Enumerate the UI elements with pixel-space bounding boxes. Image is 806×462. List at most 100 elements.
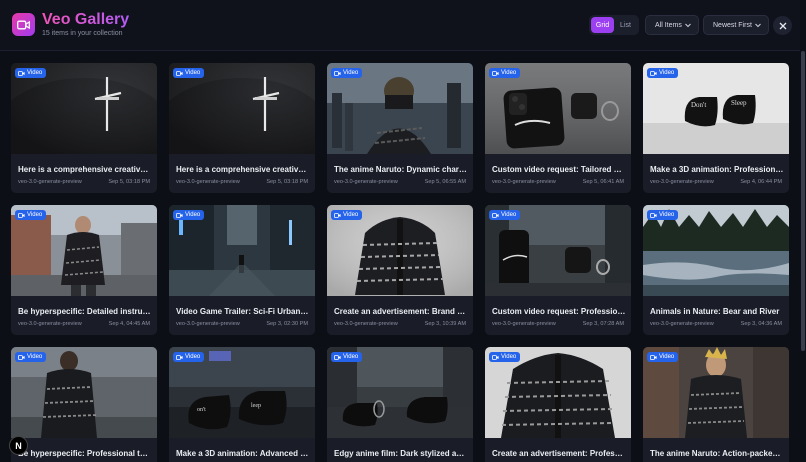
close-button[interactable] xyxy=(773,16,792,35)
video-card[interactable]: on't leep Video Make a 3D animation: Advanc… xyxy=(169,347,315,462)
video-badge: Video xyxy=(15,210,47,220)
video-card[interactable]: Video Video Game Trailer: Sci-Fi Urban C.… xyxy=(169,205,315,335)
card-date: Sep 5, 03:18 PM xyxy=(108,179,150,185)
view-toggle: Grid List xyxy=(589,15,639,35)
video-camera-icon xyxy=(176,354,183,360)
video-card[interactable]: Video Create an advertisement: Professi..… xyxy=(485,347,631,462)
video-badge-label: Video xyxy=(185,70,201,76)
video-badge-label: Video xyxy=(185,212,201,218)
chevron-down-icon xyxy=(755,23,761,28)
video-card[interactable]: Video Here is a comprehensive creative ..… xyxy=(169,63,315,193)
card-title: The anime Naruto: Action-packed ... xyxy=(650,449,784,458)
nextjs-dev-badge[interactable]: N xyxy=(9,436,28,455)
sort-select[interactable]: Newest First xyxy=(703,15,769,35)
svg-text:on't: on't xyxy=(197,407,206,413)
card-model: veo-3.0-generate-preview xyxy=(492,321,556,327)
card-model: veo-3.0-generate-preview xyxy=(18,179,82,185)
video-camera-icon xyxy=(176,70,183,76)
video-badge: Video xyxy=(15,68,47,78)
video-camera-icon xyxy=(650,212,657,218)
video-badge: Video xyxy=(647,210,679,220)
video-camera-icon xyxy=(650,70,657,76)
card-title: The anime Naruto: Dynamic chara... xyxy=(334,165,468,174)
card-model: veo-3.0-generate-preview xyxy=(492,179,556,185)
card-model: veo-3.0-generate-preview xyxy=(176,179,240,185)
video-badge: Video xyxy=(15,352,47,362)
video-camera-icon xyxy=(334,354,341,360)
svg-text:Sleep: Sleep xyxy=(731,99,747,107)
video-camera-icon xyxy=(334,70,341,76)
card-date: Sep 5, 06:41 AM xyxy=(582,179,624,185)
filter-select[interactable]: All Items xyxy=(645,15,699,35)
video-card[interactable]: Video Be hyperspecific: Detailed instruc.… xyxy=(11,205,157,335)
card-title: Be hyperspecific: Detailed instruc... xyxy=(18,307,152,316)
video-badge: Video xyxy=(489,68,521,78)
card-date: Sep 3, 02:30 PM xyxy=(266,321,308,327)
video-camera-icon xyxy=(334,212,341,218)
video-card[interactable]: Video Edgy anime film: Dark stylized ani.… xyxy=(327,347,473,462)
card-date: Sep 4, 04:45 AM xyxy=(108,321,150,327)
video-camera-icon xyxy=(18,212,25,218)
card-date: Sep 5, 03:18 PM xyxy=(266,179,308,185)
video-badge-label: Video xyxy=(659,212,675,218)
grid-view-button[interactable]: Grid xyxy=(591,17,614,33)
close-icon xyxy=(779,22,786,29)
video-badge: Video xyxy=(331,210,363,220)
video-camera-icon xyxy=(12,13,35,36)
video-card[interactable]: Video Here is a comprehensive creative ..… xyxy=(11,63,157,193)
video-card[interactable]: Video Custom video request: Profession...… xyxy=(485,205,631,335)
video-card[interactable]: Video Custom video request: Tailored vi..… xyxy=(485,63,631,193)
video-card[interactable]: Don't Sleep Video Make a 3D animation: Prof… xyxy=(643,63,789,193)
video-badge-label: Video xyxy=(659,70,675,76)
card-date: Sep 3, 10:39 AM xyxy=(424,321,466,327)
video-badge: Video xyxy=(173,68,205,78)
card-title: Make a 3D animation: Advanced 3... xyxy=(176,449,310,458)
card-title: Be hyperspecific: Professional tut... xyxy=(18,449,152,458)
video-badge-label: Video xyxy=(501,70,517,76)
video-badge-label: Video xyxy=(343,354,359,360)
video-camera-icon xyxy=(492,70,499,76)
video-camera-icon xyxy=(492,212,499,218)
video-badge-label: Video xyxy=(185,354,201,360)
video-card[interactable]: Video The anime Naruto: Dynamic chara... v… xyxy=(327,63,473,193)
card-title: Here is a comprehensive creative ... xyxy=(176,165,310,174)
list-view-button[interactable]: List xyxy=(614,17,637,33)
card-title: Edgy anime film: Dark stylized ani... xyxy=(334,449,468,458)
card-title: Create an advertisement: Professi... xyxy=(492,449,626,458)
app-header: Veo Gallery 15 items in your collection … xyxy=(0,0,800,51)
video-badge: Video xyxy=(489,352,521,362)
video-badge: Video xyxy=(331,352,363,362)
card-model: veo-3.0-generate-preview xyxy=(334,179,398,185)
video-badge: Video xyxy=(173,352,205,362)
video-badge: Video xyxy=(489,210,521,220)
card-title: Custom video request: Profession... xyxy=(492,307,626,316)
video-camera-icon xyxy=(492,354,499,360)
video-card[interactable]: Video The anime Naruto: Action-packed ...… xyxy=(643,347,789,462)
video-camera-icon xyxy=(176,212,183,218)
video-card[interactable]: Video Be hyperspecific: Professional tut.… xyxy=(11,347,157,462)
video-badge-label: Video xyxy=(501,354,517,360)
sort-select-value: Newest First xyxy=(713,21,752,29)
video-badge: Video xyxy=(647,352,679,362)
video-badge: Video xyxy=(173,210,205,220)
video-camera-icon xyxy=(18,354,25,360)
card-title: Video Game Trailer: Sci-Fi Urban C... xyxy=(176,307,310,316)
card-model: veo-3.0-generate-preview xyxy=(650,321,714,327)
svg-text:Don't: Don't xyxy=(691,101,706,109)
card-title: Create an advertisement: Brand pr... xyxy=(334,307,468,316)
video-badge-label: Video xyxy=(659,354,675,360)
video-camera-icon xyxy=(18,70,25,76)
video-badge-label: Video xyxy=(27,212,43,218)
card-model: veo-3.0-generate-preview xyxy=(18,321,82,327)
video-card[interactable]: Video Create an advertisement: Brand pr..… xyxy=(327,205,473,335)
card-title: Animals in Nature: Bear and River xyxy=(650,307,780,316)
video-badge-label: Video xyxy=(27,70,43,76)
page-title: Veo Gallery xyxy=(42,11,130,28)
card-date: Sep 3, 04:36 AM xyxy=(740,321,782,327)
video-badge-label: Video xyxy=(343,70,359,76)
scrollbar-thumb[interactable] xyxy=(801,51,805,351)
card-date: Sep 4, 06:44 PM xyxy=(740,179,782,185)
card-title: Make a 3D animation: Professional... xyxy=(650,165,784,174)
svg-text:leep: leep xyxy=(251,403,261,409)
video-card[interactable]: Video Animals in Nature: Bear and River ve… xyxy=(643,205,789,335)
